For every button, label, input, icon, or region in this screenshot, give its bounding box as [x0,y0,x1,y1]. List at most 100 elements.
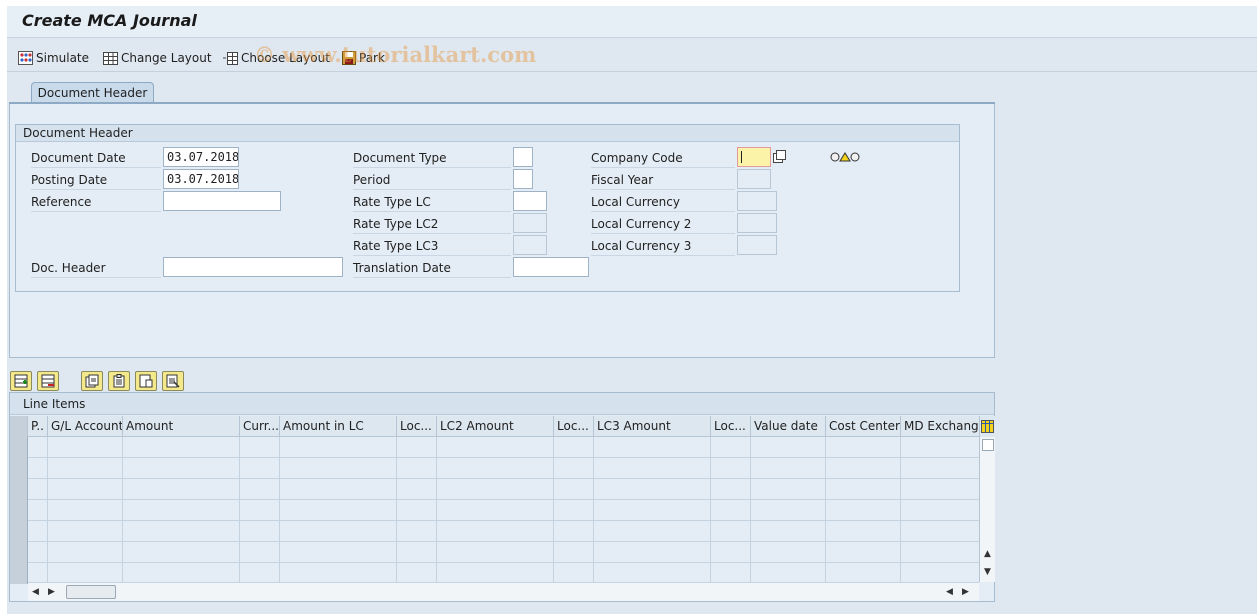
scroll-right-icon[interactable]: ▶ [48,587,55,597]
table-cell[interactable] [280,458,397,479]
table-cell[interactable] [240,458,280,479]
table-cell[interactable] [48,458,123,479]
table-cell[interactable] [280,437,397,458]
row-selector[interactable] [10,521,28,542]
period-field[interactable] [513,169,533,189]
table-cell[interactable] [48,500,123,521]
column-header[interactable]: MD Exchange [901,416,979,437]
table-cell[interactable] [437,542,554,563]
table-cell[interactable] [437,458,554,479]
table-cell[interactable] [397,521,437,542]
table-cell[interactable] [28,479,48,500]
table-cell[interactable] [123,437,240,458]
table-cell[interactable] [901,542,979,563]
table-cell[interactable] [397,542,437,563]
paste-row-button[interactable] [108,371,130,391]
table-cell[interactable] [48,563,123,584]
insert-row-button[interactable] [10,371,32,391]
table-cell[interactable] [751,500,826,521]
table-cell[interactable] [826,458,901,479]
scroll-checkbox[interactable] [982,439,994,451]
scroll-right-end-icon[interactable]: ▶ [962,587,969,597]
table-cell[interactable] [397,479,437,500]
status-lights-button[interactable] [830,151,860,163]
table-cell[interactable] [901,500,979,521]
table-cell[interactable] [437,521,554,542]
column-header[interactable]: Loc... [397,416,437,437]
table-cell[interactable] [711,563,751,584]
table-cell[interactable] [826,521,901,542]
table-cell[interactable] [437,437,554,458]
park-button[interactable]: Park [342,49,385,67]
table-cell[interactable] [711,500,751,521]
table-cell[interactable] [594,563,711,584]
table-cell[interactable] [554,521,594,542]
table-cell[interactable] [280,563,397,584]
document-date-field[interactable]: 03.07.2018 [163,147,239,167]
column-settings-button[interactable] [979,416,995,437]
table-cell[interactable] [397,563,437,584]
select-all-cell[interactable] [10,416,28,437]
row-selector[interactable] [10,479,28,500]
table-row[interactable] [10,521,979,542]
scroll-left-end-icon[interactable]: ◀ [946,587,953,597]
table-cell[interactable] [826,563,901,584]
value-help-button[interactable] [773,150,787,164]
table-row[interactable] [10,479,979,500]
table-cell[interactable] [240,437,280,458]
table-cell[interactable] [48,521,123,542]
table-cell[interactable] [901,563,979,584]
table-cell[interactable] [826,479,901,500]
table-row[interactable] [10,458,979,479]
table-cell[interactable] [711,521,751,542]
table-cell[interactable] [28,542,48,563]
table-cell[interactable] [711,542,751,563]
table-cell[interactable] [826,542,901,563]
table-cell[interactable] [28,437,48,458]
row-selector[interactable] [10,458,28,479]
table-cell[interactable] [751,458,826,479]
table-cell[interactable] [28,563,48,584]
rate-type-lc-field[interactable] [513,191,547,211]
table-cell[interactable] [397,500,437,521]
column-header[interactable]: Curr... [240,416,280,437]
column-header[interactable]: Cost Center [826,416,901,437]
table-cell[interactable] [123,458,240,479]
reference-field[interactable] [163,191,281,211]
copy-row-button[interactable] [81,371,103,391]
column-header[interactable]: Loc... [554,416,594,437]
scroll-down-icon[interactable]: ▼ [984,567,991,577]
table-cell[interactable] [554,437,594,458]
column-header[interactable]: G/L Account [48,416,123,437]
table-cell[interactable] [397,458,437,479]
table-cell[interactable] [123,542,240,563]
table-cell[interactable] [554,458,594,479]
table-cell[interactable] [280,542,397,563]
table-cell[interactable] [554,542,594,563]
column-header[interactable]: P.. [28,416,48,437]
vertical-scrollbar[interactable]: ▲ ▼ [979,437,995,582]
row-selector[interactable] [10,437,28,458]
table-cell[interactable] [28,458,48,479]
table-cell[interactable] [280,521,397,542]
table-cell[interactable] [397,437,437,458]
table-cell[interactable] [711,479,751,500]
posting-date-field[interactable]: 03.07.2018 [163,169,239,189]
company-code-field[interactable] [737,147,771,167]
table-cell[interactable] [554,479,594,500]
table-cell[interactable] [554,563,594,584]
column-header[interactable]: Loc... [711,416,751,437]
column-header[interactable]: Value date [751,416,826,437]
table-row[interactable] [10,500,979,521]
table-cell[interactable] [901,458,979,479]
table-cell[interactable] [280,500,397,521]
table-cell[interactable] [48,479,123,500]
table-cell[interactable] [594,500,711,521]
doc-header-field[interactable] [163,257,343,277]
table-cell[interactable] [28,500,48,521]
table-row[interactable] [10,563,979,584]
table-cell[interactable] [826,500,901,521]
translation-date-field[interactable] [513,257,589,277]
table-cell[interactable] [123,479,240,500]
table-cell[interactable] [594,458,711,479]
